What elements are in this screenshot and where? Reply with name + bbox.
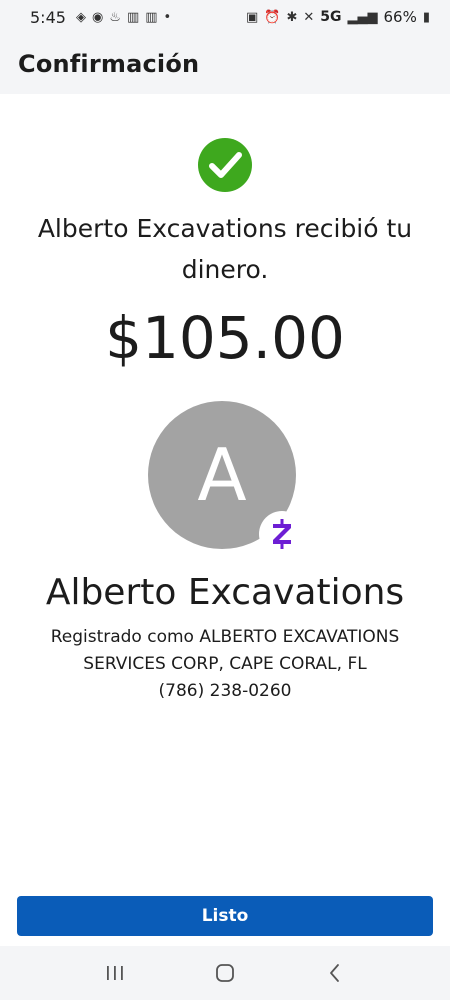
status-time: 5:45 xyxy=(30,7,66,27)
battery-icon: ▮ xyxy=(422,9,430,25)
notification-icon: ◈ xyxy=(75,9,86,25)
back-icon xyxy=(330,964,339,982)
battery-level: 66% xyxy=(383,8,417,26)
recents-icon xyxy=(107,966,123,980)
network-type: 5G xyxy=(320,9,342,25)
home-icon xyxy=(216,964,234,982)
status-bar: 5:45 ◈ ◉ ♨ ▥ ▥ • ▣ ⏰ ✱ ✕ 5G ▂▄▆ 66% ▮ xyxy=(0,0,450,34)
more-notifications-icon: • xyxy=(163,9,172,25)
zelle-icon xyxy=(273,519,291,549)
bluetooth-icon: ✱ xyxy=(286,9,298,25)
notification-icon: ▥ xyxy=(145,9,158,25)
notification-icon: ▥ xyxy=(126,9,140,25)
confirmation-panel: Alberto Excavations recibió tu dinero. $… xyxy=(0,94,450,946)
app-header: Confirmación xyxy=(0,34,450,94)
mute-icon: ✕ xyxy=(303,9,315,25)
recipient-phone: (786) 238-0260 xyxy=(158,681,292,701)
avatar-initial: A xyxy=(197,433,247,517)
notification-icon: ◉ xyxy=(91,9,104,25)
signal-icon: ▂▄▆ xyxy=(347,9,378,25)
status-left: 5:45 ◈ ◉ ♨ ▥ ▥ • xyxy=(30,8,171,27)
home-button[interactable] xyxy=(205,953,245,993)
sim-icon: ▣ xyxy=(245,9,259,25)
alarm-icon: ⏰ xyxy=(264,9,281,25)
recipient-name: Alberto Excavations xyxy=(45,572,405,613)
confirmation-message: Alberto Excavations recibió tu dinero. xyxy=(37,214,413,284)
system-nav-bar xyxy=(0,946,450,1000)
zelle-badge xyxy=(259,511,305,557)
success-check-icon xyxy=(198,138,252,192)
notification-icon: ♨ xyxy=(109,9,121,25)
registered-as-text: Registrado como ALBERTO EXCAVATIONS SERV… xyxy=(50,627,400,674)
back-button[interactable] xyxy=(315,953,355,993)
status-right: ▣ ⏰ ✱ ✕ 5G ▂▄▆ 66% ▮ xyxy=(246,8,430,26)
page-title: Confirmación xyxy=(18,50,200,78)
done-button[interactable]: Listo xyxy=(17,896,433,936)
recents-button[interactable] xyxy=(95,953,135,993)
payment-amount: $105.00 xyxy=(105,304,345,372)
